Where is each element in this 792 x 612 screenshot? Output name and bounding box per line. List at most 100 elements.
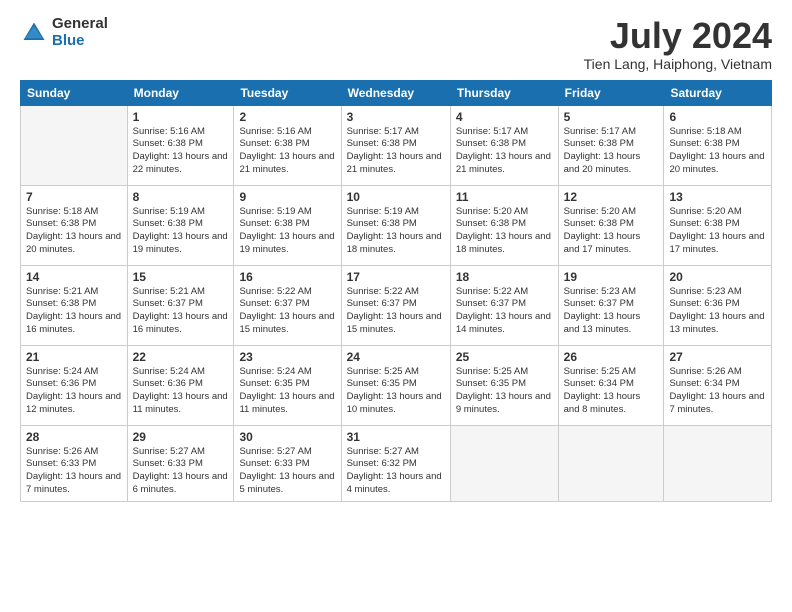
calendar-cell-w1-d6: 5 Sunrise: 5:17 AM Sunset: 6:38 PM Daylig… bbox=[558, 105, 664, 185]
day-info: Sunrise: 5:25 AM Sunset: 6:34 PM Dayligh… bbox=[564, 366, 659, 417]
day-info: Sunrise: 5:24 AM Sunset: 6:36 PM Dayligh… bbox=[26, 366, 122, 417]
col-sunday: Sunday bbox=[21, 80, 128, 105]
col-wednesday: Wednesday bbox=[341, 80, 450, 105]
page: General Blue July 2024 Tien Lang, Haipho… bbox=[0, 0, 792, 612]
day-info: Sunrise: 5:24 AM Sunset: 6:36 PM Dayligh… bbox=[133, 366, 229, 417]
logo: General Blue bbox=[20, 16, 108, 49]
calendar-week-row-3: 14 Sunrise: 5:21 AM Sunset: 6:38 PM Dayli… bbox=[21, 265, 772, 345]
calendar-table: Sunday Monday Tuesday Wednesday Thursday… bbox=[20, 80, 772, 502]
calendar-cell-w3-d7: 20 Sunrise: 5:23 AM Sunset: 6:36 PM Dayli… bbox=[664, 265, 772, 345]
day-info: Sunrise: 5:16 AM Sunset: 6:38 PM Dayligh… bbox=[133, 126, 229, 177]
calendar-cell-w2-d4: 10Sunrise: 5:19 AM Sunset: 6:38 PM Dayli… bbox=[341, 185, 450, 265]
logo-text: General Blue bbox=[52, 16, 108, 49]
calendar-week-row-5: 28Sunrise: 5:26 AM Sunset: 6:33 PM Dayli… bbox=[21, 425, 772, 501]
calendar-cell-w1-d4: 3 Sunrise: 5:17 AM Sunset: 6:38 PM Daylig… bbox=[341, 105, 450, 185]
day-info: Sunrise: 5:25 AM Sunset: 6:35 PM Dayligh… bbox=[456, 366, 553, 417]
title-block: July 2024 Tien Lang, Haiphong, Vietnam bbox=[584, 16, 772, 72]
day-number: 16 bbox=[239, 270, 335, 284]
calendar-cell-w1-d3: 2 Sunrise: 5:16 AM Sunset: 6:38 PM Daylig… bbox=[234, 105, 341, 185]
day-number: 24 bbox=[347, 350, 445, 364]
day-number: 13 bbox=[669, 190, 766, 204]
subtitle: Tien Lang, Haiphong, Vietnam bbox=[584, 56, 772, 72]
col-friday: Friday bbox=[558, 80, 664, 105]
day-info: Sunrise: 5:18 AM Sunset: 6:38 PM Dayligh… bbox=[26, 206, 122, 257]
calendar-cell-w4-d5: 25 Sunrise: 5:25 AM Sunset: 6:35 PM Dayli… bbox=[450, 345, 558, 425]
day-number: 25 bbox=[456, 350, 553, 364]
logo-general-text: General bbox=[52, 16, 108, 33]
calendar-cell-w5-d1: 28Sunrise: 5:26 AM Sunset: 6:33 PM Dayli… bbox=[21, 425, 128, 501]
day-info: Sunrise: 5:22 AM Sunset: 6:37 PM Dayligh… bbox=[239, 286, 335, 337]
calendar-cell-w3-d2: 15 Sunrise: 5:21 AM Sunset: 6:37 PM Dayli… bbox=[127, 265, 234, 345]
calendar-cell-w1-d7: 6Sunrise: 5:18 AM Sunset: 6:38 PM Daylig… bbox=[664, 105, 772, 185]
calendar-cell-w4-d3: 23Sunrise: 5:24 AM Sunset: 6:35 PM Dayli… bbox=[234, 345, 341, 425]
day-number: 20 bbox=[669, 270, 766, 284]
day-number: 19 bbox=[564, 270, 659, 284]
day-number: 5 bbox=[564, 110, 659, 124]
calendar-week-row-1: 1 Sunrise: 5:16 AM Sunset: 6:38 PM Daylig… bbox=[21, 105, 772, 185]
day-number: 8 bbox=[133, 190, 229, 204]
day-number: 31 bbox=[347, 430, 445, 444]
day-info: Sunrise: 5:27 AM Sunset: 6:33 PM Dayligh… bbox=[239, 446, 335, 497]
day-info: Sunrise: 5:20 AM Sunset: 6:38 PM Dayligh… bbox=[456, 206, 553, 257]
calendar-cell-w3-d6: 19 Sunrise: 5:23 AM Sunset: 6:37 PM Dayli… bbox=[558, 265, 664, 345]
day-number: 26 bbox=[564, 350, 659, 364]
day-info: Sunrise: 5:21 AM Sunset: 6:38 PM Dayligh… bbox=[26, 286, 122, 337]
day-info: Sunrise: 5:20 AM Sunset: 6:38 PM Dayligh… bbox=[669, 206, 766, 257]
calendar-cell-w4-d7: 27 Sunrise: 5:26 AM Sunset: 6:34 PM Dayli… bbox=[664, 345, 772, 425]
calendar-cell-w2-d1: 7 Sunrise: 5:18 AM Sunset: 6:38 PM Daylig… bbox=[21, 185, 128, 265]
calendar-cell-w5-d3: 30 Sunrise: 5:27 AM Sunset: 6:33 PM Dayli… bbox=[234, 425, 341, 501]
calendar-cell-w2-d7: 13 Sunrise: 5:20 AM Sunset: 6:38 PM Dayli… bbox=[664, 185, 772, 265]
day-info: Sunrise: 5:24 AM Sunset: 6:35 PM Dayligh… bbox=[239, 366, 335, 417]
calendar-cell-w4-d6: 26 Sunrise: 5:25 AM Sunset: 6:34 PM Dayli… bbox=[558, 345, 664, 425]
day-number: 15 bbox=[133, 270, 229, 284]
calendar-cell-w3-d4: 17Sunrise: 5:22 AM Sunset: 6:37 PM Dayli… bbox=[341, 265, 450, 345]
day-info: Sunrise: 5:26 AM Sunset: 6:34 PM Dayligh… bbox=[669, 366, 766, 417]
day-info: Sunrise: 5:17 AM Sunset: 6:38 PM Dayligh… bbox=[564, 126, 659, 177]
day-number: 1 bbox=[133, 110, 229, 124]
calendar-header-row: Sunday Monday Tuesday Wednesday Thursday… bbox=[21, 80, 772, 105]
calendar-cell-w2-d5: 11 Sunrise: 5:20 AM Sunset: 6:38 PM Dayli… bbox=[450, 185, 558, 265]
calendar-cell-w1-d5: 4 Sunrise: 5:17 AM Sunset: 6:38 PM Daylig… bbox=[450, 105, 558, 185]
calendar-cell-w4-d4: 24Sunrise: 5:25 AM Sunset: 6:35 PM Dayli… bbox=[341, 345, 450, 425]
day-info: Sunrise: 5:23 AM Sunset: 6:36 PM Dayligh… bbox=[669, 286, 766, 337]
calendar-cell-w5-d4: 31Sunrise: 5:27 AM Sunset: 6:32 PM Dayli… bbox=[341, 425, 450, 501]
day-number: 27 bbox=[669, 350, 766, 364]
day-number: 22 bbox=[133, 350, 229, 364]
calendar-cell-w2-d2: 8 Sunrise: 5:19 AM Sunset: 6:38 PM Daylig… bbox=[127, 185, 234, 265]
day-number: 7 bbox=[26, 190, 122, 204]
calendar-cell-w1-d1 bbox=[21, 105, 128, 185]
day-info: Sunrise: 5:23 AM Sunset: 6:37 PM Dayligh… bbox=[564, 286, 659, 337]
day-info: Sunrise: 5:17 AM Sunset: 6:38 PM Dayligh… bbox=[456, 126, 553, 177]
calendar-cell-w3-d5: 18Sunrise: 5:22 AM Sunset: 6:37 PM Dayli… bbox=[450, 265, 558, 345]
day-number: 6 bbox=[669, 110, 766, 124]
logo-icon bbox=[20, 19, 48, 47]
day-info: Sunrise: 5:16 AM Sunset: 6:38 PM Dayligh… bbox=[239, 126, 335, 177]
header: General Blue July 2024 Tien Lang, Haipho… bbox=[20, 16, 772, 72]
calendar-week-row-4: 21Sunrise: 5:24 AM Sunset: 6:36 PM Dayli… bbox=[21, 345, 772, 425]
day-number: 2 bbox=[239, 110, 335, 124]
day-number: 3 bbox=[347, 110, 445, 124]
day-number: 18 bbox=[456, 270, 553, 284]
day-number: 11 bbox=[456, 190, 553, 204]
day-info: Sunrise: 5:20 AM Sunset: 6:38 PM Dayligh… bbox=[564, 206, 659, 257]
day-info: Sunrise: 5:19 AM Sunset: 6:38 PM Dayligh… bbox=[239, 206, 335, 257]
col-monday: Monday bbox=[127, 80, 234, 105]
day-number: 28 bbox=[26, 430, 122, 444]
day-number: 14 bbox=[26, 270, 122, 284]
calendar-cell-w4-d1: 21Sunrise: 5:24 AM Sunset: 6:36 PM Dayli… bbox=[21, 345, 128, 425]
day-info: Sunrise: 5:21 AM Sunset: 6:37 PM Dayligh… bbox=[133, 286, 229, 337]
day-number: 30 bbox=[239, 430, 335, 444]
day-number: 4 bbox=[456, 110, 553, 124]
day-info: Sunrise: 5:27 AM Sunset: 6:33 PM Dayligh… bbox=[133, 446, 229, 497]
day-info: Sunrise: 5:22 AM Sunset: 6:37 PM Dayligh… bbox=[347, 286, 445, 337]
day-number: 9 bbox=[239, 190, 335, 204]
calendar-cell-w5-d5 bbox=[450, 425, 558, 501]
calendar-cell-w5-d7 bbox=[664, 425, 772, 501]
day-info: Sunrise: 5:17 AM Sunset: 6:38 PM Dayligh… bbox=[347, 126, 445, 177]
calendar-cell-w1-d2: 1 Sunrise: 5:16 AM Sunset: 6:38 PM Daylig… bbox=[127, 105, 234, 185]
calendar-cell-w5-d6 bbox=[558, 425, 664, 501]
calendar-cell-w4-d2: 22 Sunrise: 5:24 AM Sunset: 6:36 PM Dayli… bbox=[127, 345, 234, 425]
day-info: Sunrise: 5:19 AM Sunset: 6:38 PM Dayligh… bbox=[133, 206, 229, 257]
calendar-cell-w5-d2: 29 Sunrise: 5:27 AM Sunset: 6:33 PM Dayli… bbox=[127, 425, 234, 501]
day-number: 29 bbox=[133, 430, 229, 444]
